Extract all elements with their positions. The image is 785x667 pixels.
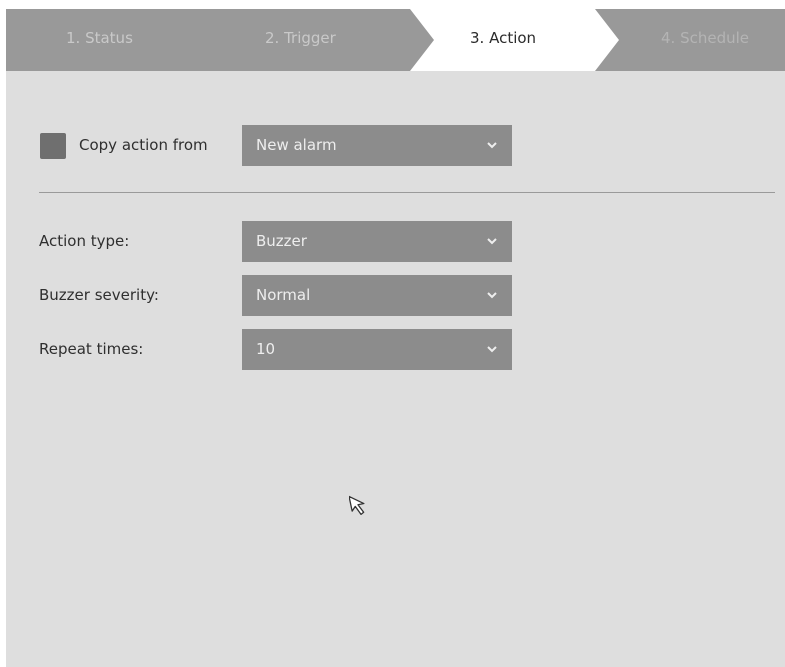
step-trigger[interactable]: 2. Trigger (265, 9, 336, 71)
copy-action-value: New alarm (256, 136, 337, 154)
wizard-stepper: 1. Status 2. Trigger 3. Action 4. Schedu… (6, 9, 785, 71)
chevron-down-icon (487, 142, 497, 149)
copy-action-checkbox[interactable] (40, 133, 66, 159)
buzzer-severity-select[interactable]: Normal (242, 275, 512, 316)
copy-action-label: Copy action from (79, 136, 208, 154)
repeat-times-select[interactable]: 10 (242, 329, 512, 370)
chevron-down-icon (487, 292, 497, 299)
section-divider (39, 192, 775, 193)
step-schedule: 4. Schedule (661, 29, 750, 47)
buzzer-severity-value: Normal (256, 286, 311, 304)
chevron-down-icon (487, 346, 497, 353)
action-type-label: Action type: (39, 232, 130, 250)
step-status[interactable]: 1. Status (66, 9, 133, 71)
repeat-times-label: Repeat times: (39, 340, 144, 358)
mouse-pointer-icon (349, 495, 365, 516)
action-type-value: Buzzer (256, 232, 307, 250)
step-action[interactable]: 3. Action (470, 9, 536, 71)
copy-action-select[interactable]: New alarm (242, 125, 512, 166)
buzzer-severity-label: Buzzer severity: (39, 286, 159, 304)
chevron-down-icon (487, 238, 497, 245)
repeat-times-value: 10 (256, 340, 276, 358)
action-settings-panel: 1. Status 2. Trigger 3. Action 4. Schedu… (6, 9, 785, 667)
action-type-select[interactable]: Buzzer (242, 221, 512, 262)
